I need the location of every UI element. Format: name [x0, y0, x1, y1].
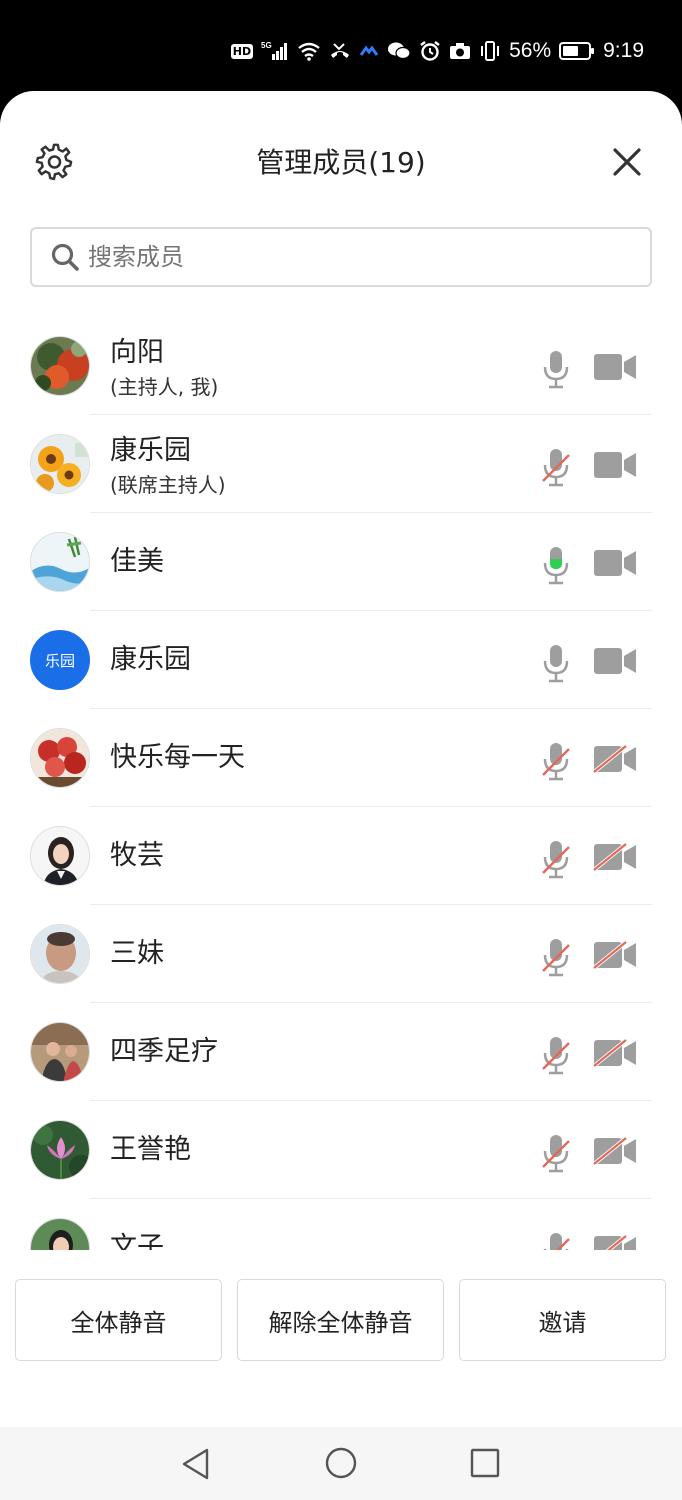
member-name: 佳美: [110, 546, 164, 577]
status-bar: HD 5G 56% 9:19: [0, 0, 682, 100]
battery-icon: [559, 41, 595, 61]
member-row[interactable]: 四季足疗: [0, 1003, 682, 1101]
page-title: 管理成员(19): [256, 146, 426, 179]
member-row[interactable]: 快乐每一天: [0, 709, 682, 807]
action-bar: 全体静音 解除全体静音 邀请: [0, 1271, 682, 1361]
member-name: 向阳: [110, 337, 164, 368]
member-name: 快乐每一天: [110, 742, 245, 773]
avatar: [30, 728, 90, 788]
avatar: [30, 924, 90, 984]
video-camera-off-icon[interactable]: [593, 843, 637, 871]
search-box[interactable]: [30, 227, 652, 287]
status-icons: HD 5G 56% 9:19: [230, 36, 644, 66]
member-row[interactable]: 乐园 康乐园: [0, 611, 682, 709]
alarm-icon: [419, 40, 441, 62]
microphone-muted-icon[interactable]: [540, 1035, 572, 1075]
member-name: 牧芸: [110, 840, 164, 871]
video-camera-off-icon[interactable]: [593, 1137, 637, 1165]
back-icon[interactable]: [180, 1447, 212, 1481]
mute-all-button[interactable]: 全体静音: [15, 1279, 222, 1361]
recent-apps-icon[interactable]: [470, 1448, 500, 1478]
camera-status-icon: [449, 42, 471, 60]
close-icon[interactable]: [612, 147, 642, 177]
video-camera-off-icon[interactable]: [593, 941, 637, 969]
unmute-all-button[interactable]: 解除全体静音: [237, 1279, 444, 1361]
vibrate-icon: [479, 41, 501, 61]
wechat-icon: [387, 41, 411, 61]
invite-button[interactable]: 邀请: [459, 1279, 666, 1361]
avatar: 乐园: [30, 630, 90, 690]
member-row[interactable]: 佳美: [0, 513, 682, 611]
video-camera-icon[interactable]: [593, 353, 637, 381]
member-row[interactable]: 向阳 (主持人, 我): [0, 317, 682, 415]
member-name: 文子: [110, 1232, 164, 1250]
microphone-speaking-icon[interactable]: [540, 545, 572, 585]
avatar: [30, 532, 90, 592]
member-row[interactable]: 牧芸: [0, 807, 682, 905]
avatar: [30, 1218, 90, 1250]
member-row[interactable]: 三妹: [0, 905, 682, 1003]
clock: 9:19: [603, 39, 644, 62]
signal-label: 5G: [261, 41, 272, 50]
member-name: 王誉艳: [110, 1134, 191, 1165]
search-icon: [51, 243, 79, 271]
video-camera-icon[interactable]: [593, 451, 637, 479]
member-row[interactable]: 文子: [0, 1199, 682, 1250]
hd-badge: HD: [230, 43, 254, 59]
member-name: 三妹: [110, 938, 164, 969]
microphone-muted-icon[interactable]: [540, 1231, 572, 1250]
avatar: [30, 336, 90, 396]
member-row[interactable]: 康乐园 (联席主持人): [0, 415, 682, 513]
avatar: [30, 434, 90, 494]
video-camera-icon[interactable]: [593, 549, 637, 577]
microphone-icon[interactable]: [540, 349, 572, 389]
avatar: [30, 826, 90, 886]
video-camera-off-icon[interactable]: [593, 1235, 637, 1250]
wifi-icon: [297, 41, 321, 61]
microphone-muted-icon[interactable]: [540, 741, 572, 781]
member-name: 康乐园: [110, 435, 191, 466]
member-role: (主持人, 我): [110, 375, 219, 399]
microphone-icon[interactable]: [540, 643, 572, 683]
avatar: [30, 1022, 90, 1082]
member-name: 四季足疗: [110, 1036, 218, 1067]
member-row[interactable]: 王誉艳: [0, 1101, 682, 1199]
video-camera-off-icon[interactable]: [593, 1039, 637, 1067]
app-notification-icon: [359, 43, 379, 59]
signal-icon: 5G: [261, 40, 289, 62]
microphone-muted-icon[interactable]: [540, 447, 572, 487]
video-camera-icon[interactable]: [593, 647, 637, 675]
microphone-muted-icon[interactable]: [540, 839, 572, 879]
microphone-muted-icon[interactable]: [540, 937, 572, 977]
member-name: 康乐园: [110, 644, 191, 675]
avatar: [30, 1120, 90, 1180]
home-icon[interactable]: [325, 1447, 357, 1479]
manage-members-sheet: 管理成员(19) 向阳: [0, 91, 682, 1500]
microphone-muted-icon[interactable]: [540, 1133, 572, 1173]
missed-call-icon: [329, 41, 351, 61]
video-camera-off-icon[interactable]: [593, 745, 637, 773]
sheet-header: 管理成员(19): [0, 91, 682, 231]
member-role: (联席主持人): [110, 473, 226, 497]
battery-percent: 56%: [509, 39, 552, 62]
member-list[interactable]: 向阳 (主持人, 我) 康乐园 (联席主持人) 佳美 乐园 康乐园 快乐每一天 …: [0, 317, 682, 1250]
search-input[interactable]: [88, 229, 628, 285]
system-nav-bar: [0, 1427, 682, 1500]
